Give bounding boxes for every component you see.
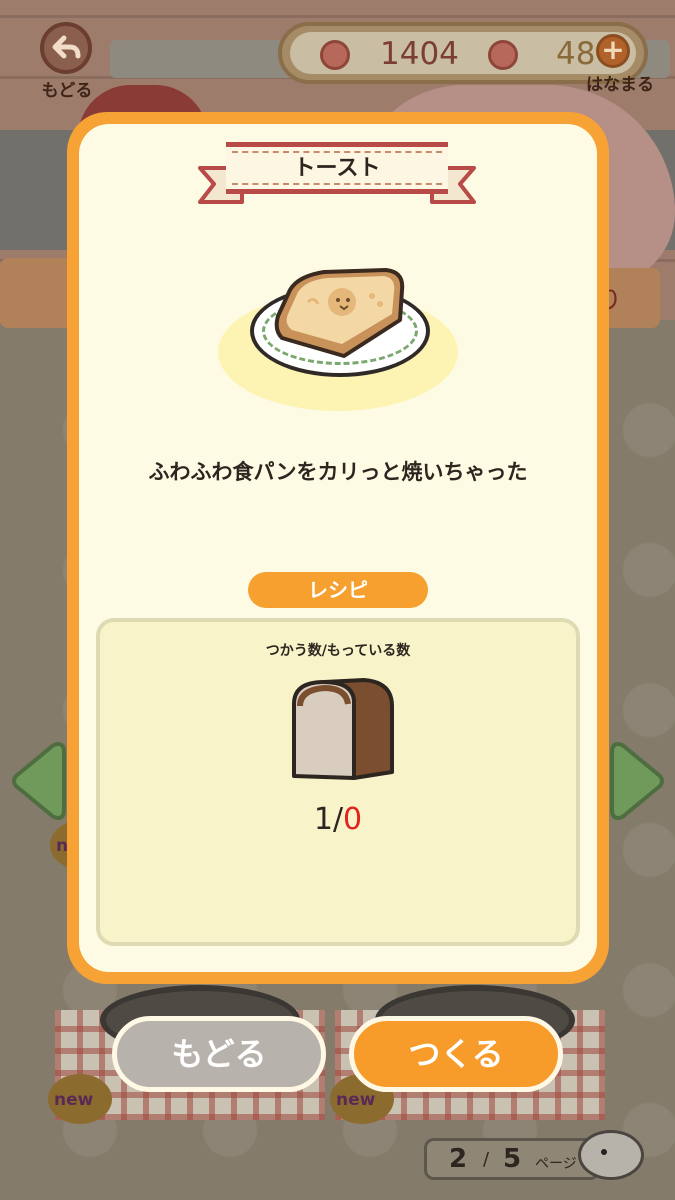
toast-icon <box>274 268 405 358</box>
owned-count: 0 <box>343 802 363 837</box>
new-badge: new <box>48 1074 112 1124</box>
hanamaru-label: はなまる <box>586 75 654 95</box>
prev-page-arrow[interactable] <box>10 738 66 824</box>
top-back-label: もどる <box>41 81 93 101</box>
flower-count: 1404 <box>380 36 459 72</box>
flower-icon <box>320 40 350 70</box>
back-arrow-icon <box>40 22 92 74</box>
quantity-separator: / <box>332 802 344 837</box>
new-badge-text: new <box>336 1090 376 1110</box>
bird-eye <box>601 1149 607 1155</box>
bird-mascot-icon <box>578 1130 644 1180</box>
currency-bar-inner: 1404 48 <box>290 32 636 74</box>
current-page: 2 <box>449 1144 468 1174</box>
chevron-left-icon <box>12 741 66 821</box>
page-slash: / <box>483 1149 490 1170</box>
recipe-title: トースト <box>293 156 381 181</box>
page-unit: ページ <box>535 1156 577 1172</box>
total-pages: 5 <box>503 1144 522 1174</box>
recipe-description: ふわふわ食パンをカリっと焼いちゃった <box>148 460 528 484</box>
hanamaru-icon <box>488 40 518 70</box>
hanamaru-count: 48 <box>556 36 596 72</box>
title-ribbon: トースト <box>198 140 476 212</box>
recipe-label: レシピ <box>248 572 428 608</box>
add-hanamaru-button[interactable]: + <box>596 34 630 68</box>
usage-header: つかう数/もっている数 <box>265 643 411 659</box>
make-button[interactable]: つくる <box>349 1016 563 1092</box>
ingredient-quantity: 1/0 <box>300 802 376 837</box>
bread-loaf-icon <box>292 678 394 780</box>
page-indicator: 2 / 5 ページ <box>424 1138 600 1180</box>
new-badge-text: new <box>54 1090 94 1110</box>
needed-count: 1 <box>313 802 333 837</box>
back-button[interactable]: もどる <box>112 1016 326 1092</box>
next-page-arrow[interactable] <box>610 738 666 824</box>
chevron-right-icon <box>610 741 664 821</box>
top-back-button[interactable]: もどる <box>22 20 112 101</box>
